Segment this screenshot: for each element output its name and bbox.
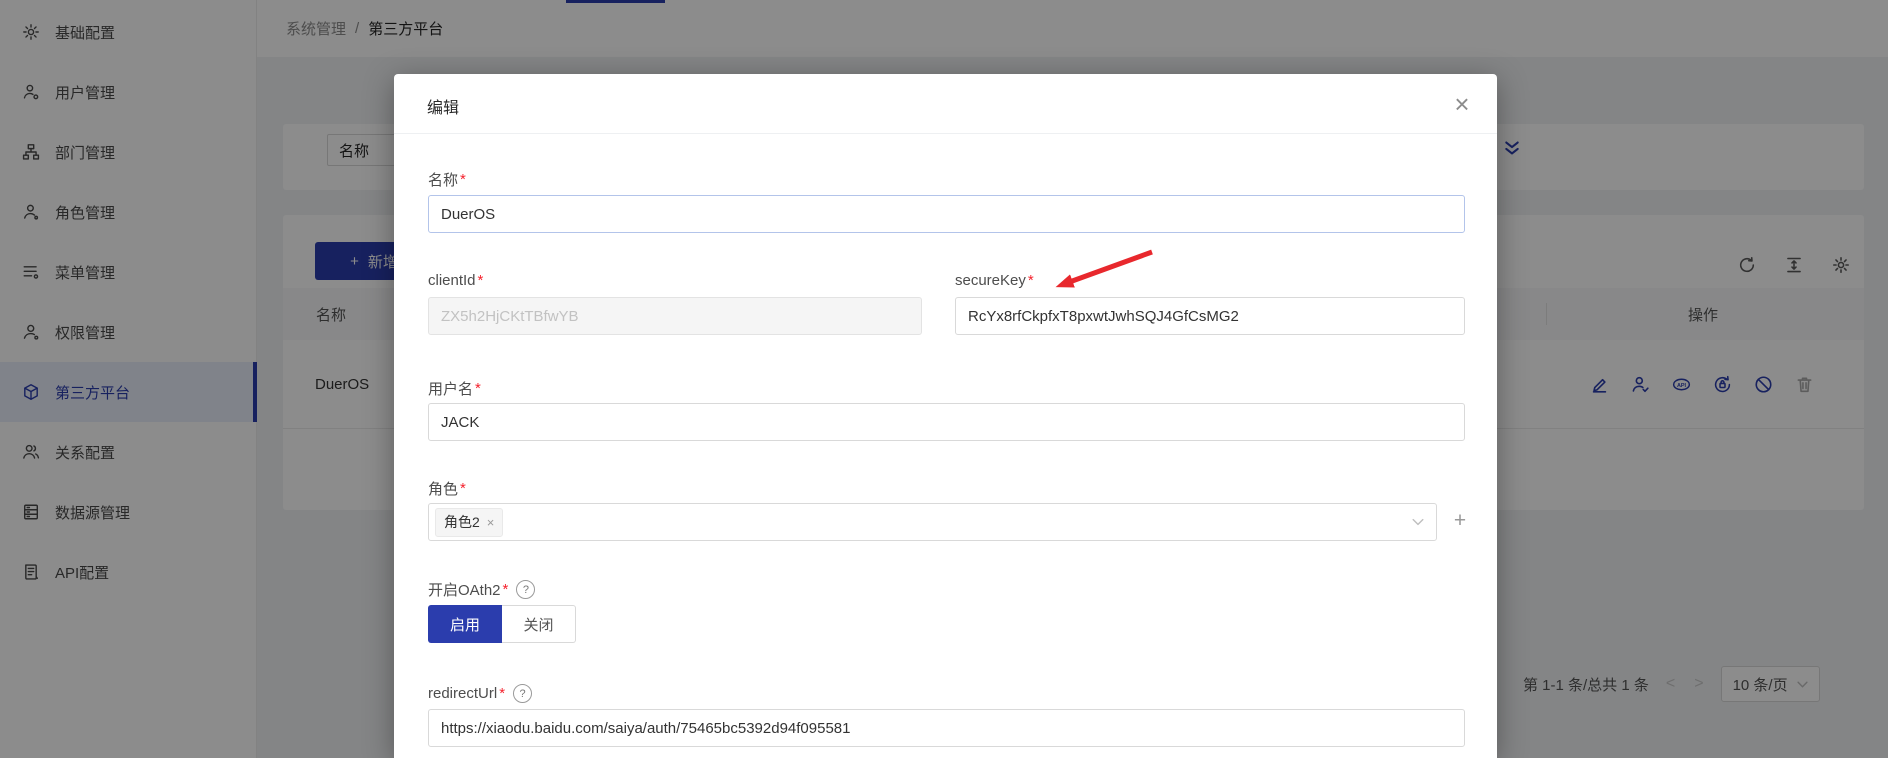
role-tag-label: 角色2 xyxy=(444,512,480,532)
required-mark: * xyxy=(1028,272,1034,289)
edit-dialog: 编辑 × 名称* clientId* secureKey* 用户名* 角色* 角… xyxy=(394,74,1497,758)
help-icon[interactable]: ? xyxy=(516,580,535,599)
secure-key-input[interactable] xyxy=(955,297,1465,335)
remove-tag-icon[interactable]: × xyxy=(487,515,495,530)
help-icon[interactable]: ? xyxy=(513,684,532,703)
redirect-url-label: redirectUrl* ? xyxy=(428,684,532,703)
redirect-url-input[interactable] xyxy=(428,709,1465,747)
secure-key-label: secureKey* xyxy=(955,272,1034,289)
required-mark: * xyxy=(503,581,509,598)
oauth-label: 开启OAth2* ? xyxy=(428,579,535,600)
role-select[interactable]: 角色2 × xyxy=(428,503,1437,541)
required-mark: * xyxy=(499,685,505,702)
dialog-title: 编辑 xyxy=(427,94,459,118)
oauth-enable-button[interactable]: 启用 xyxy=(428,605,502,643)
client-id-input xyxy=(428,297,922,335)
username-label: 用户名* xyxy=(428,378,481,399)
dialog-header: 编辑 × xyxy=(394,74,1497,134)
name-label: 名称* xyxy=(428,169,466,190)
role-tag: 角色2 × xyxy=(435,508,503,537)
annotation-arrow xyxy=(1034,240,1174,302)
username-input[interactable] xyxy=(428,403,1465,441)
oauth-toggle-group: 启用 关闭 xyxy=(428,605,576,643)
client-id-label: clientId* xyxy=(428,272,483,289)
close-icon[interactable]: × xyxy=(1444,86,1480,122)
add-role-button[interactable]: + xyxy=(1446,507,1474,535)
role-label: 角色* xyxy=(428,478,466,499)
required-mark: * xyxy=(460,171,466,188)
required-mark: * xyxy=(475,380,481,397)
required-mark: * xyxy=(460,480,466,497)
oauth-disable-button[interactable]: 关闭 xyxy=(502,605,576,643)
name-input[interactable] xyxy=(428,195,1465,233)
required-mark: * xyxy=(478,272,484,289)
chevron-down-icon xyxy=(1412,518,1424,526)
